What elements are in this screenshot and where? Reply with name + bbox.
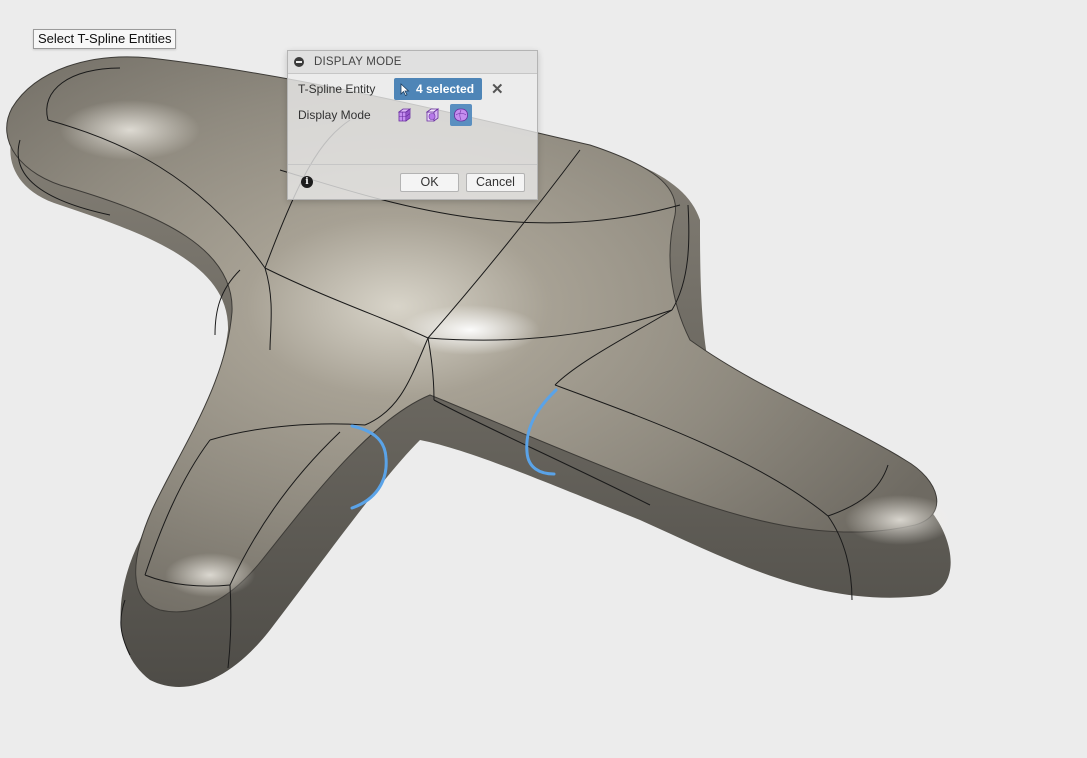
collapse-icon[interactable] [294, 57, 304, 67]
dialog-footer: i OK Cancel [288, 164, 537, 199]
surface-highlight [400, 305, 540, 355]
smooth-display-button[interactable] [450, 104, 472, 126]
dialog-title: DISPLAY MODE [314, 56, 402, 68]
box-display-icon [397, 108, 412, 122]
clear-selection-icon[interactable]: ✕ [491, 82, 504, 97]
surface-highlight [165, 553, 255, 597]
tooltip: Select T-Spline Entities [33, 29, 177, 49]
selection-count: 4 selected [416, 82, 475, 96]
display-mode-dialog: DISPLAY MODE T-Spline Entity 4 selected … [287, 50, 538, 200]
display-mode-options [394, 104, 478, 126]
smooth-display-icon [454, 108, 468, 122]
dialog-header: DISPLAY MODE [288, 51, 537, 74]
cursor-arrow-icon [400, 82, 410, 96]
display-mode-row: Display Mode [298, 104, 478, 126]
control-frame-display-button[interactable] [422, 104, 444, 126]
tspline-entity-selection[interactable]: 4 selected [394, 78, 483, 100]
display-mode-label: Display Mode [298, 108, 371, 122]
tspline-entity-label: T-Spline Entity [298, 82, 376, 96]
modeling-viewport[interactable] [0, 0, 1087, 758]
ok-button[interactable]: OK [400, 173, 459, 192]
info-icon[interactable]: i [301, 176, 313, 188]
tspline-entity-row: T-Spline Entity 4 selected ✕ [298, 78, 504, 100]
control-frame-display-icon [425, 108, 440, 122]
box-display-button[interactable] [394, 104, 416, 126]
cancel-button[interactable]: Cancel [466, 173, 525, 192]
surface-highlight [845, 495, 955, 545]
